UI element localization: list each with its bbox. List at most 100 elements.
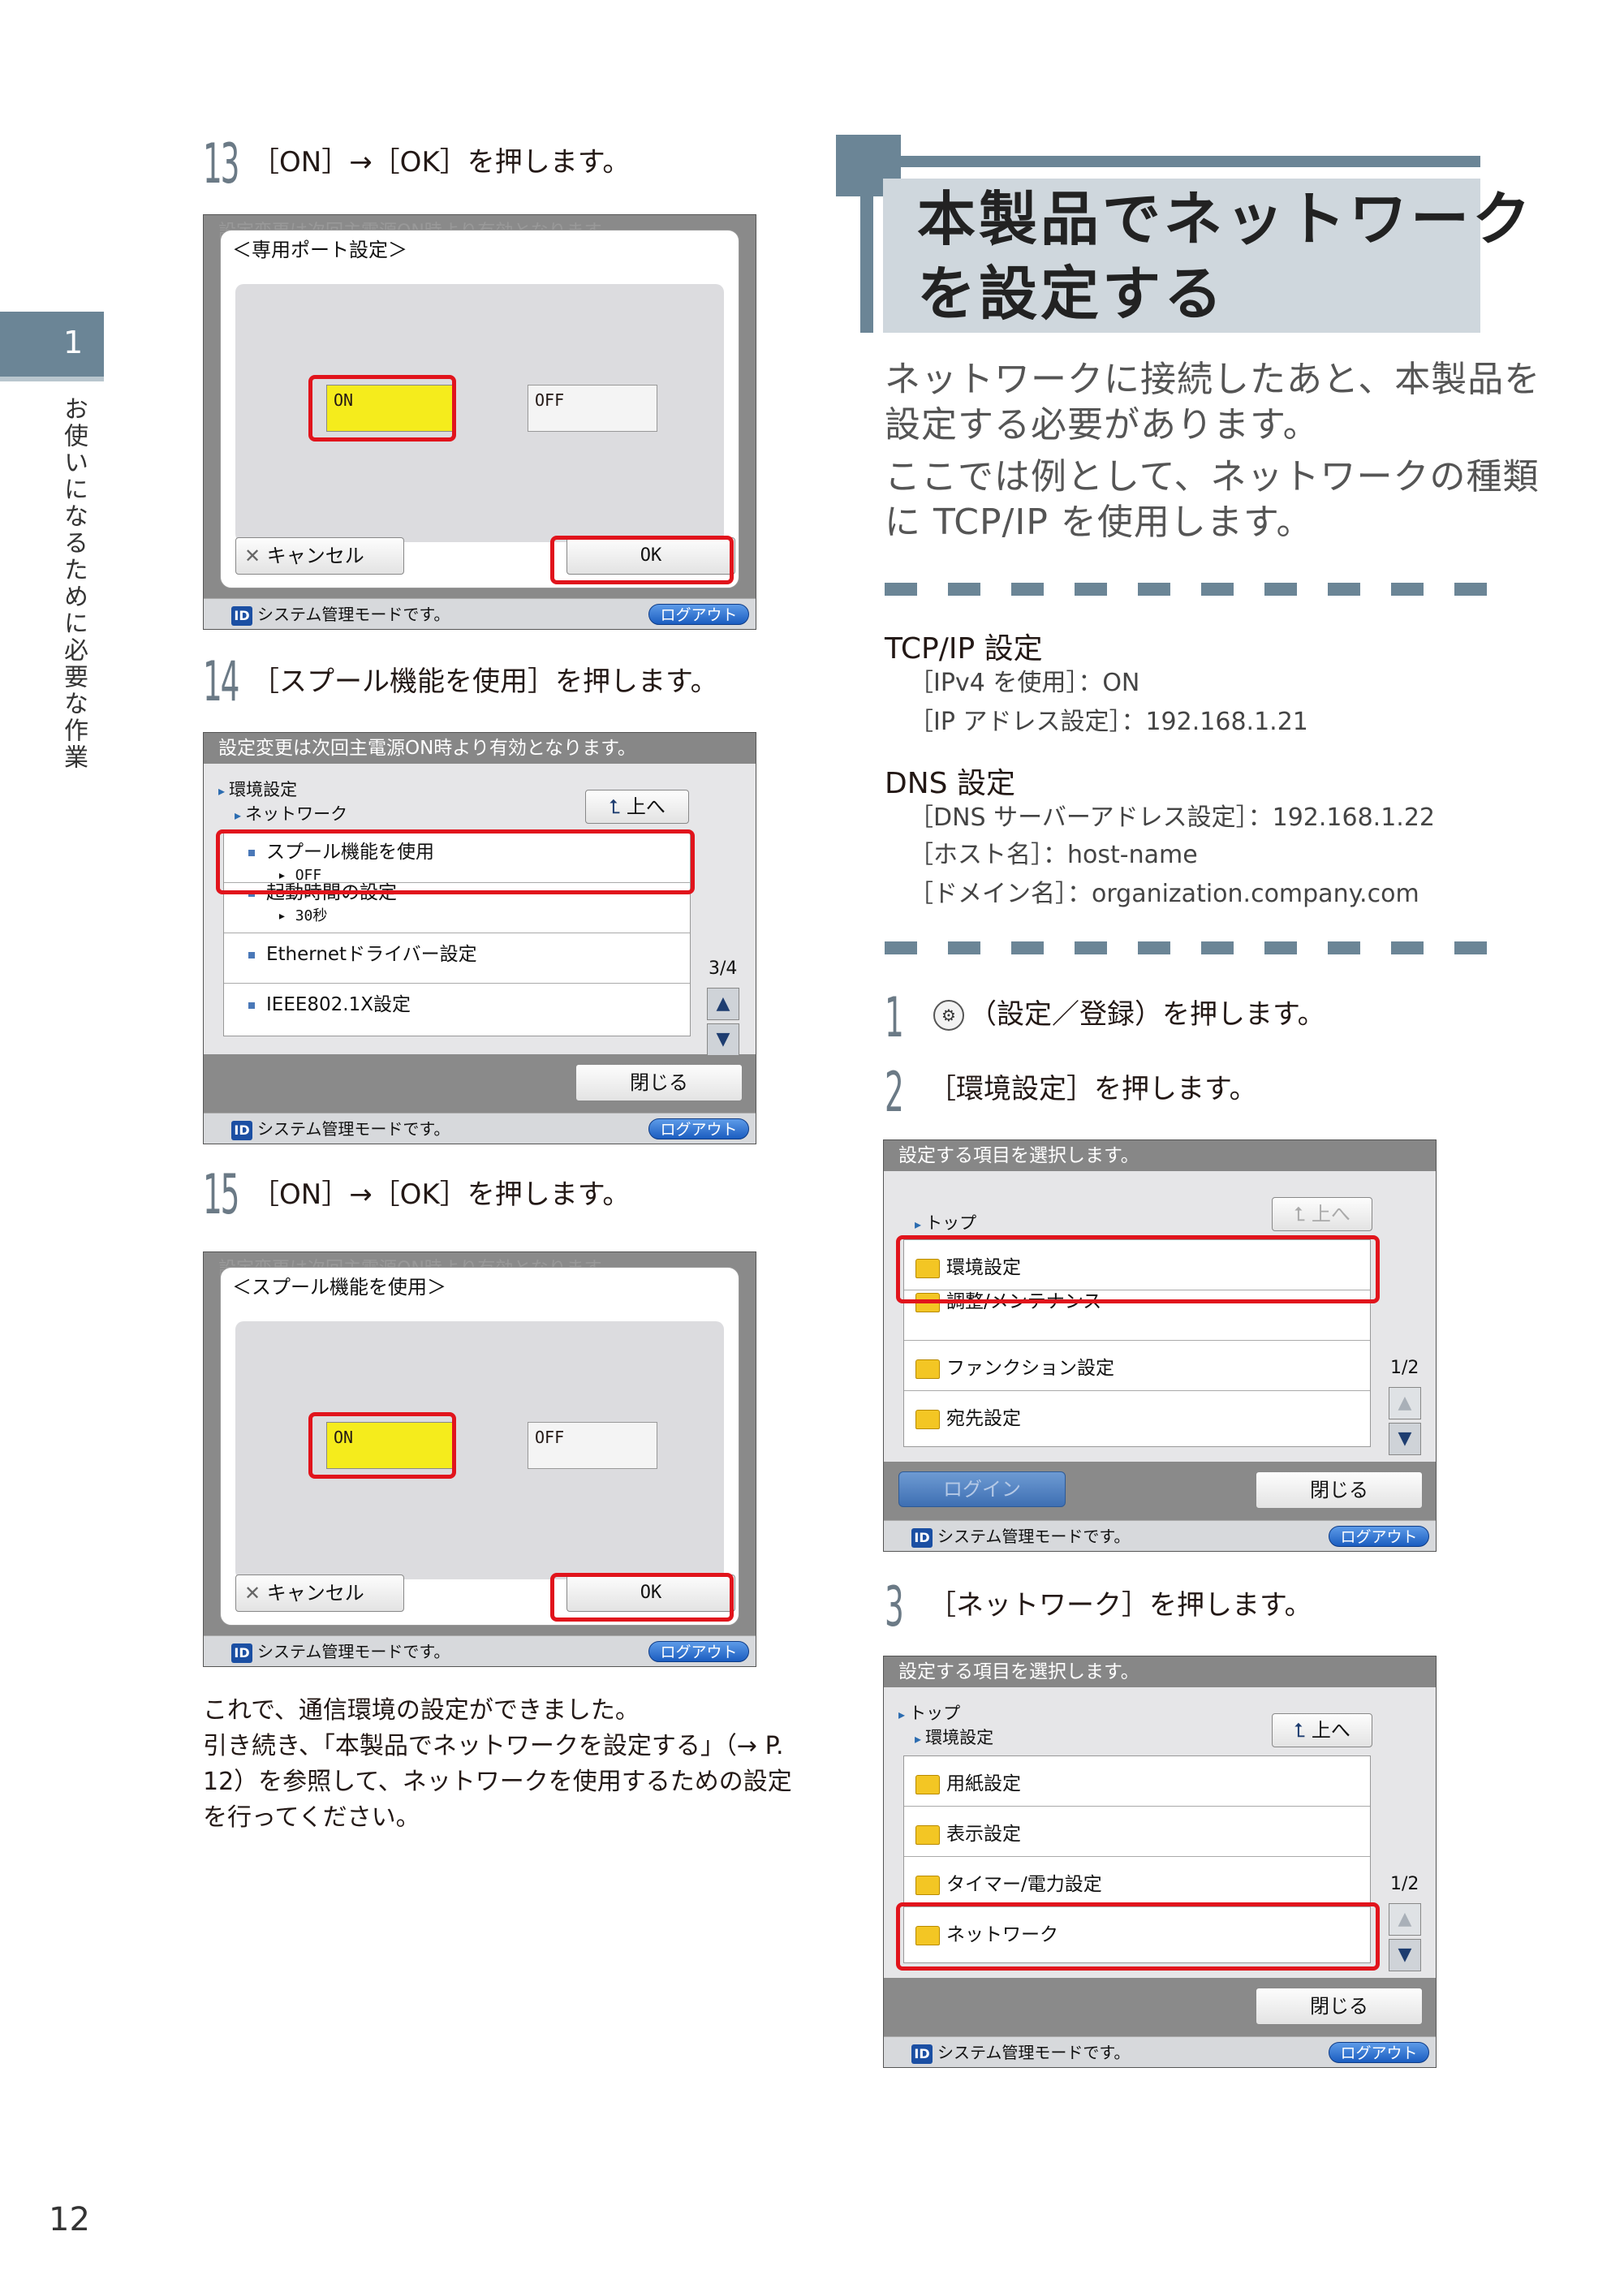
up-arrow-icon: ⮤ <box>609 795 621 818</box>
scroll-up-icon[interactable]: ▲ <box>707 988 739 1020</box>
chapter-title: お使いになるために必要な作業 <box>59 396 88 771</box>
highlight-spool <box>216 829 695 894</box>
scroll-up-icon[interactable]: ▲ <box>1389 1903 1421 1936</box>
system-mode-label: システム管理モードです。 <box>257 1119 450 1139</box>
list-item-timer[interactable]: タイマー/電力設定 <box>904 1857 1370 1907</box>
chapter-rule <box>0 377 104 381</box>
up-button[interactable]: ⮤ 上へ <box>1272 1197 1372 1231</box>
highlight-ok <box>550 536 734 584</box>
scroll-down-icon[interactable]: ▼ <box>1389 1939 1421 1971</box>
dialog: ＜スプール機能を使用＞ ON OFF ✕ キャンセル OK <box>220 1267 739 1626</box>
dns-heading: DNS 設定 <box>885 767 1015 800</box>
up-label: 上へ <box>626 795 666 818</box>
logout-button[interactable]: ログアウト <box>648 1641 749 1662</box>
close-button[interactable]: 閉じる <box>575 1064 743 1101</box>
id-badge-icon: ID <box>231 605 252 626</box>
highlight-network <box>896 1902 1380 1971</box>
scroll-down-icon[interactable]: ▼ <box>707 1023 739 1056</box>
close-button[interactable]: 閉じる <box>1256 1471 1423 1509</box>
list-item-ieee[interactable]: IEEE802.1X設定 <box>224 984 690 1034</box>
highlight-on <box>308 375 456 442</box>
folder-icon <box>915 1409 940 1429</box>
screen-environment-settings: 設定する項目を選択します。 トップ 環境設定 ⮤ 上へ 用紙設定 表示設定 タイ… <box>883 1656 1437 2068</box>
settings-register-key-icon: ⚙ <box>933 1000 964 1031</box>
cancel-button[interactable]: ✕ キャンセル <box>235 1574 404 1612</box>
system-mode-label: システム管理モードです。 <box>257 605 450 624</box>
system-mode-label: システム管理モードです。 <box>257 1642 450 1661</box>
screen-message: 設定する項目を選択します。 <box>884 1656 1436 1687</box>
system-mode-text: ID システム管理モードです。 <box>231 1117 450 1141</box>
off-button[interactable]: OFF <box>528 1422 657 1469</box>
scroll-up-icon[interactable]: ▲ <box>1389 1387 1421 1419</box>
dashed-separator-top <box>885 583 1487 596</box>
step-13-text: ［ON］→［OK］を押します。 <box>252 146 631 179</box>
id-badge-icon: ID <box>911 2044 933 2064</box>
close-icon: ✕ <box>244 545 267 567</box>
logout-button[interactable]: ログアウト <box>648 604 749 625</box>
title-line-2: を設定する <box>917 260 1226 328</box>
step-3-number: 3 <box>885 1575 904 1639</box>
list-item-ethernet[interactable]: Ethernetドライバー設定 <box>224 933 690 984</box>
step-1-number: 1 <box>885 986 904 1050</box>
list-item-paper[interactable]: 用紙設定 <box>904 1756 1370 1807</box>
up-button[interactable]: ⮤ 上へ <box>585 790 689 824</box>
up-label: 上へ <box>1311 1203 1350 1226</box>
scroll-down-icon[interactable]: ▼ <box>1389 1423 1421 1455</box>
login-button[interactable]: ログイン <box>898 1471 1066 1507</box>
chapter-tab <box>0 312 104 377</box>
cancel-button[interactable]: ✕ キャンセル <box>235 537 404 575</box>
dashed-separator-bottom <box>885 941 1487 954</box>
tcpip-heading: TCP/IP 設定 <box>885 632 1043 666</box>
list-item-destination[interactable]: 宛先設定 <box>904 1391 1370 1441</box>
item-label: ファンクション設定 <box>946 1358 1114 1379</box>
dialog-title: ＜専用ポート設定＞ <box>232 239 407 261</box>
screen-settings-top: 設定する項目を選択します。 トップ ⮤ 上へ 環境設定 調整/メンテナンス ファ… <box>883 1139 1437 1552</box>
status-bar: ID システム管理モードです。 ログアウト <box>204 1635 756 1666</box>
tcpip-ip-address: ［IP アドレス設定］：192.168.1.21 <box>909 708 1308 736</box>
dialog-title: ＜スプール機能を使用＞ <box>232 1276 446 1299</box>
id-badge-icon: ID <box>231 1643 252 1663</box>
dns-server: ［DNS サーバーアドレス設定］：192.168.1.22 <box>909 803 1436 832</box>
item-label: タイマー/電力設定 <box>946 1874 1102 1895</box>
screen-network-settings: 設定変更は次回主電源ON時より有効となります。 環境設定 ネットワーク ⮤ 上へ… <box>203 732 756 1144</box>
page-title: 本製品でネットワーク を設定する <box>917 182 1534 331</box>
item-sub-value: ▸ 30秒 <box>278 907 328 924</box>
tcpip-ipv4: ［IPv4 を使用］：ON <box>909 669 1140 697</box>
list-item-function[interactable]: ファンクション設定 <box>904 1341 1370 1391</box>
up-label: 上へ <box>1311 1719 1350 1742</box>
folder-icon <box>915 1774 940 1794</box>
logout-button[interactable]: ログアウト <box>1329 2042 1429 2063</box>
list-item-display[interactable]: 表示設定 <box>904 1807 1370 1857</box>
page-indicator: 1/2 <box>1390 1358 1419 1378</box>
step-1-text: （設定／登録）を押します。 <box>969 998 1325 1031</box>
system-mode-text: ID システム管理モードです。 <box>911 1524 1130 1549</box>
logout-button[interactable]: ログアウト <box>1329 1526 1429 1547</box>
breadcrumb-1: トップ <box>915 1212 976 1236</box>
folder-icon <box>915 1359 940 1379</box>
close-icon: ✕ <box>244 1582 267 1605</box>
screen-message: 設定する項目を選択します。 <box>884 1140 1436 1171</box>
status-bar: ID システム管理モードです。 ログアウト <box>884 1520 1436 1551</box>
list-area: 環境設定 ネットワーク ⮤ 上へ スプール機能を使用▸ OFF 起動時間の設定▸… <box>204 764 756 1056</box>
closing-line-3: 12）を参照して、ネットワークを使用するための設定 <box>203 1768 792 1796</box>
close-button[interactable]: 閉じる <box>1256 1988 1423 2025</box>
item-sub: 30秒 <box>295 907 328 924</box>
heading-accent-bar <box>836 156 1480 167</box>
up-button[interactable]: ⮤ 上へ <box>1272 1713 1372 1747</box>
page-indicator: 3/4 <box>709 958 738 979</box>
step-14-text: ［スプール機能を使用］を押します。 <box>252 666 718 698</box>
closing-line-2: 引き続き、「本製品でネットワークを設定する」（→ P. <box>203 1732 784 1760</box>
intro-line-2: 設定する必要があります。 <box>885 404 1320 446</box>
breadcrumb-2: 環境設定 <box>915 1726 993 1751</box>
step-2-number: 2 <box>885 1061 904 1125</box>
system-mode-label: システム管理モードです。 <box>937 2043 1131 2062</box>
title-line-1: 本製品でネットワーク <box>917 185 1535 253</box>
intro-line-4: に TCP/IP を使用します。 <box>885 502 1313 543</box>
logout-button[interactable]: ログアウト <box>648 1118 749 1139</box>
screen-message: 設定変更は次回主電源ON時より有効となります。 <box>204 733 756 764</box>
folder-icon <box>915 1875 940 1895</box>
off-button[interactable]: OFF <box>528 385 657 432</box>
dns-host-name: ［ホスト名］：host-name <box>909 841 1198 869</box>
status-bar: ID システム管理モードです。 ログアウト <box>204 598 756 629</box>
up-arrow-icon: ⮤ <box>1294 1719 1306 1742</box>
